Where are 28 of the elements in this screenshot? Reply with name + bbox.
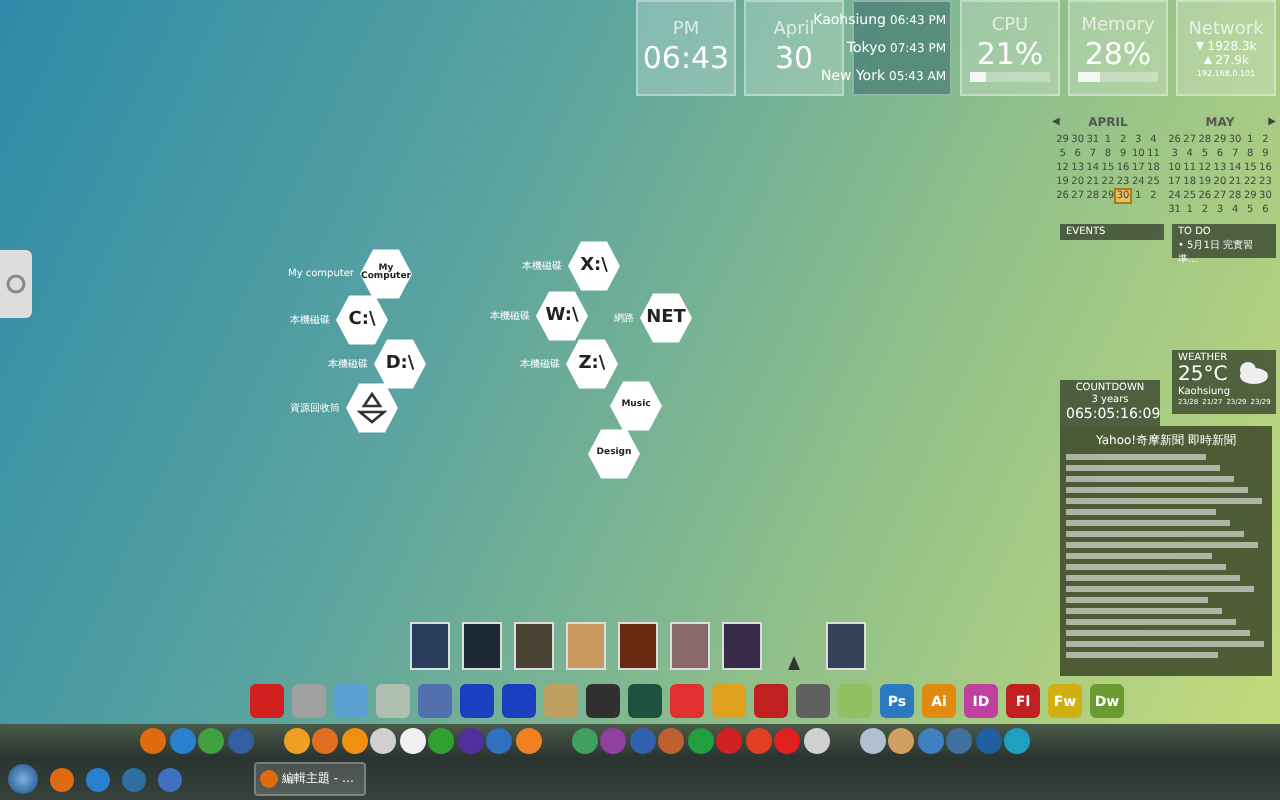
network-title: Network [1188, 19, 1264, 39]
recycle-bin-tab[interactable] [0, 250, 32, 318]
drive-tile[interactable]: W:\ [536, 290, 588, 342]
day-text: 30 [774, 40, 814, 76]
month-text: April [773, 20, 815, 40]
drive-tile[interactable]: C:\ [336, 294, 388, 346]
meter-value: 28% [1084, 35, 1152, 71]
drive-tile[interactable] [346, 382, 398, 434]
game-cover[interactable] [722, 622, 762, 670]
game-cover[interactable] [410, 622, 450, 670]
clock-time: 06:43 [642, 40, 730, 76]
game-cover[interactable] [618, 622, 658, 670]
download-arrow-icon [1195, 42, 1204, 50]
meter-value: 21% [976, 35, 1044, 71]
upload-arrow-icon [1203, 56, 1212, 64]
game-cover[interactable] [514, 622, 554, 670]
temperature: 25°C [1178, 364, 1230, 386]
game-cover[interactable] [826, 622, 866, 670]
drive-tile[interactable]: Z:\ [566, 338, 618, 390]
drive-tile[interactable]: D:\ [374, 338, 426, 390]
meter-title: Memory [1081, 15, 1155, 35]
drive-tile[interactable]: X:\ [568, 240, 620, 292]
game-cover[interactable] [462, 622, 502, 670]
app-icon[interactable] [586, 684, 620, 718]
meter-title: CPU [991, 15, 1029, 35]
drive-tile[interactable]: NET [640, 292, 692, 344]
ampm-text: PM [672, 20, 700, 40]
cloud-icon [1234, 360, 1270, 384]
